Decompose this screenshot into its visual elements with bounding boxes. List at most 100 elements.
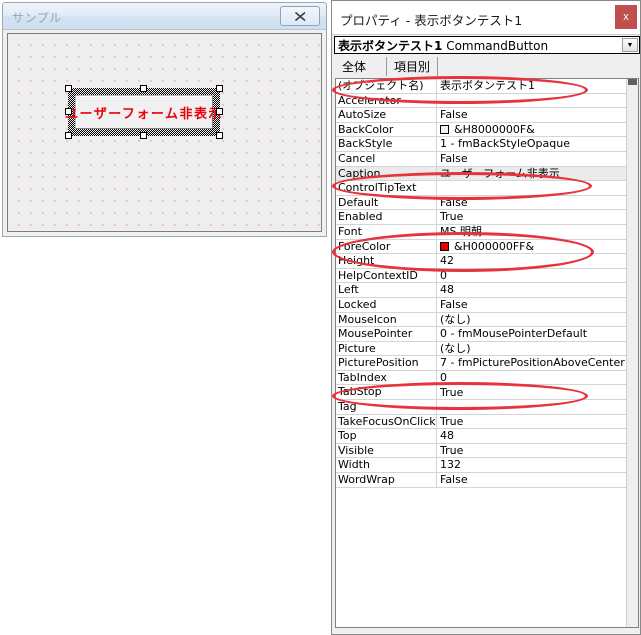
resize-handle-middle-right[interactable]: [216, 108, 223, 115]
property-row[interactable]: Enabled True: [336, 210, 626, 225]
property-row[interactable]: MouseIcon (なし): [336, 312, 626, 328]
properties-close-button[interactable]: x: [615, 5, 637, 29]
property-name: Font: [336, 224, 437, 239]
property-name: PicturePosition: [336, 356, 437, 370]
property-name: (オブジェクト名): [336, 79, 437, 93]
designer-canvas[interactable]: ユーザーフォーム非表示: [7, 33, 322, 232]
property-value-cell[interactable]: 0: [437, 269, 626, 283]
property-row[interactable]: Accelerator: [336, 93, 626, 109]
property-row[interactable]: ForeColor &H000000FF&: [336, 239, 626, 255]
property-row[interactable]: Visible True: [336, 443, 626, 459]
property-name: Caption: [336, 166, 437, 181]
designer-close-button[interactable]: [280, 6, 320, 26]
chevron-down-icon[interactable]: ▼: [622, 38, 638, 52]
property-row[interactable]: Cancel False: [336, 151, 626, 167]
tab-koumokubetsu[interactable]: 項目別: [386, 57, 439, 76]
property-row[interactable]: PicturePosition 7 - fmPicturePositionAbov…: [336, 356, 626, 371]
property-row[interactable]: Tag: [336, 400, 626, 415]
properties-tabs: 全体 項目別: [334, 57, 640, 77]
property-row[interactable]: Picture (なし): [336, 341, 626, 357]
property-grid[interactable]: (オブジェクト名) 表示ボタンテスト1 Accelerator AutoSize Fal…: [335, 78, 639, 628]
close-icon: [294, 11, 306, 21]
property-row[interactable]: Font MS 明朝: [336, 224, 626, 240]
resize-handle-bottom-right[interactable]: [216, 132, 223, 139]
property-value-cell[interactable]: [437, 94, 626, 108]
property-name: Top: [336, 429, 437, 443]
property-value-cell[interactable]: True: [437, 385, 626, 399]
property-value-cell[interactable]: True: [437, 444, 626, 458]
command-button-face[interactable]: ユーザーフォーム非表示: [65, 95, 222, 129]
tab-zentai[interactable]: 全体: [334, 57, 374, 76]
property-value-cell[interactable]: 132: [437, 458, 626, 472]
property-value-cell[interactable]: (なし): [437, 342, 626, 356]
resize-handle-bottom-left[interactable]: [65, 132, 72, 139]
property-name: Accelerator: [336, 93, 437, 108]
property-row[interactable]: Locked False: [336, 297, 626, 313]
property-row[interactable]: TabIndex 0: [336, 370, 626, 386]
command-button-caption: ユーザーフォーム非表示: [64, 105, 224, 121]
scrollbar-thumb[interactable]: [628, 79, 637, 85]
properties-titlebar: プロパティ - 表示ボタンテスト1 x: [332, 1, 640, 35]
property-row[interactable]: TabStop True: [336, 385, 626, 401]
property-value-cell[interactable]: 0 - fmMousePointerDefault: [437, 327, 626, 341]
property-value-cell[interactable]: [437, 181, 626, 195]
property-value-cell[interactable]: 表示ボタンテスト1: [437, 79, 626, 93]
property-row[interactable]: HelpContextID 0: [336, 268, 626, 284]
property-value-cell[interactable]: [437, 400, 626, 414]
property-name: ForeColor: [336, 239, 437, 254]
property-value-cell[interactable]: False: [437, 152, 626, 166]
property-value-cell[interactable]: &H8000000F&: [437, 123, 626, 137]
property-value-cell[interactable]: ユーザーフォーム非表示: [437, 167, 626, 181]
resize-handle-middle-left[interactable]: [65, 108, 72, 115]
userform-designer-window: サンプル ユーザーフォーム非表示: [2, 2, 327, 237]
property-value-cell[interactable]: False: [437, 298, 626, 312]
property-row[interactable]: Caption ユーザーフォーム非表示: [336, 166, 626, 182]
resize-handle-top-middle[interactable]: [140, 85, 147, 92]
properties-title: プロパティ - 表示ボタンテスト1: [340, 13, 523, 28]
property-name: MouseIcon: [336, 312, 437, 327]
property-row[interactable]: AutoSize False: [336, 108, 626, 123]
object-select-combobox[interactable]: 表示ボタンテスト1 CommandButton ▼: [334, 36, 640, 54]
property-row[interactable]: BackColor &H8000000F&: [336, 122, 626, 138]
property-value-cell[interactable]: 0: [437, 371, 626, 385]
property-value-cell[interactable]: 48: [437, 283, 626, 297]
property-row[interactable]: BackStyle 1 - fmBackStyleOpaque: [336, 137, 626, 152]
property-row[interactable]: WordWrap False: [336, 473, 626, 488]
resize-handle-bottom-middle[interactable]: [140, 132, 147, 139]
property-row[interactable]: Left 48: [336, 283, 626, 298]
property-row[interactable]: MousePointer 0 - fmMousePointerDefault: [336, 327, 626, 342]
property-row[interactable]: Width 132: [336, 458, 626, 474]
property-value-cell[interactable]: False: [437, 196, 626, 210]
property-name: Enabled: [336, 210, 437, 224]
property-value-cell[interactable]: False: [437, 108, 626, 122]
property-row[interactable]: (オブジェクト名) 表示ボタンテスト1: [336, 79, 626, 94]
property-value-cell[interactable]: 42: [437, 254, 626, 268]
property-row[interactable]: TakeFocusOnClick True: [336, 414, 626, 430]
property-value-cell[interactable]: MS 明朝: [437, 225, 626, 239]
property-value-cell[interactable]: True: [437, 210, 626, 224]
property-name: ControlTipText: [336, 181, 437, 195]
property-value-cell[interactable]: 48: [437, 429, 626, 443]
resize-handle-top-left[interactable]: [65, 85, 72, 92]
color-swatch-icon: [440, 125, 449, 135]
property-name: BackStyle: [336, 137, 437, 151]
property-value-cell[interactable]: False: [437, 473, 626, 487]
selected-command-button[interactable]: ユーザーフォーム非表示: [65, 85, 223, 139]
property-name: TabIndex: [336, 370, 437, 385]
object-select-value: 表示ボタンテスト1 CommandButton: [335, 37, 548, 54]
property-row[interactable]: Default False: [336, 195, 626, 211]
property-row[interactable]: Height 42: [336, 254, 626, 269]
property-row[interactable]: ControlTipText: [336, 181, 626, 196]
resize-handle-top-right[interactable]: [216, 85, 223, 92]
property-value-cell[interactable]: 1 - fmBackStyleOpaque: [437, 137, 626, 151]
designer-title: サンプル: [12, 11, 62, 25]
property-value-cell[interactable]: 7 - fmPicturePositionAboveCenter: [437, 356, 626, 370]
property-grid-scrollbar[interactable]: [626, 79, 638, 627]
property-row[interactable]: Top 48: [336, 429, 626, 444]
property-value-cell[interactable]: &H000000FF&: [437, 240, 626, 254]
property-value-cell[interactable]: (なし): [437, 313, 626, 327]
property-value-cell[interactable]: True: [437, 415, 626, 429]
property-name: MousePointer: [336, 327, 437, 341]
property-name: TabStop: [336, 385, 437, 400]
object-select-type: CommandButton: [446, 38, 549, 53]
